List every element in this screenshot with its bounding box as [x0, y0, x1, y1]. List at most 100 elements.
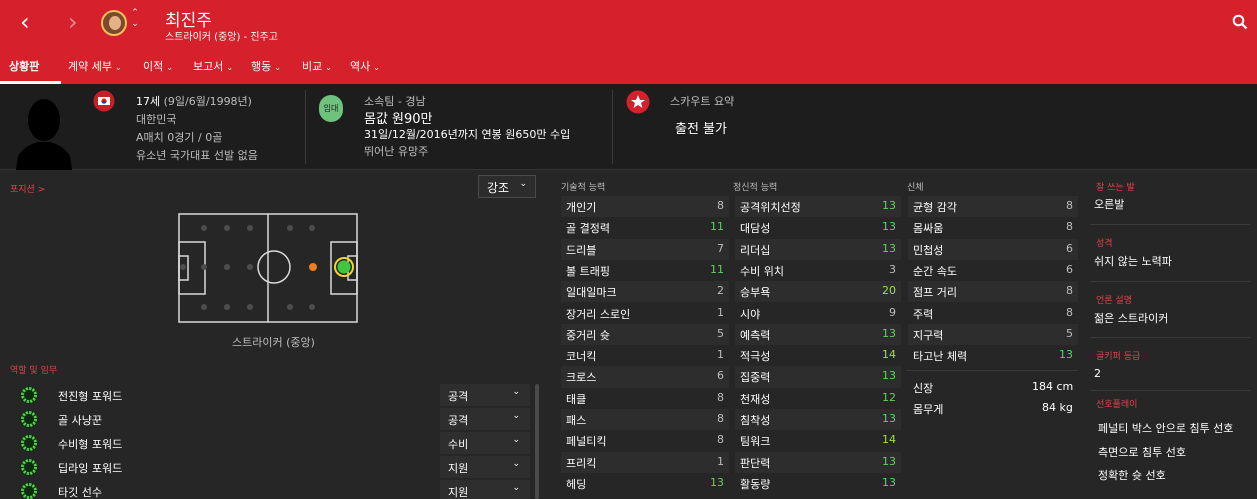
duty-select[interactable]: 공격 ⌄ [440, 384, 530, 406]
attribute-row[interactable]: 예측력 13 [735, 323, 901, 346]
physical-heading: 신체 [907, 183, 924, 193]
attribute-row[interactable]: 코너킥 1 [561, 345, 729, 366]
attribute-value: 13 [1059, 348, 1073, 362]
attribute-value: 3 [889, 262, 896, 276]
attribute-row[interactable]: 볼 트래핑 11 [561, 260, 729, 281]
technical-heading: 기술적 능력 [561, 183, 606, 193]
attribute-row[interactable]: 대담성 13 [735, 217, 901, 238]
tab-overview[interactable]: 상황판 [9, 58, 39, 74]
height-value: 184 cm [1032, 380, 1074, 393]
attribute-row[interactable]: 집중력 13 [735, 366, 901, 388]
player-silhouette [16, 99, 72, 170]
roles-scrollbar[interactable] [535, 384, 539, 499]
attribute-row[interactable]: 헤딩 13 [561, 473, 729, 494]
attribute-row[interactable]: 패스 8 [561, 409, 729, 431]
attribute-row[interactable]: 지구력 5 [908, 323, 1078, 346]
attribute-row[interactable]: 중거리 슛 5 [561, 323, 729, 346]
attribute-row[interactable]: 일대일마크 2 [561, 281, 729, 303]
tab-transfer[interactable]: 이적 ⌄ [143, 58, 173, 74]
duty-select[interactable]: 지원 ⌄ [440, 480, 530, 499]
attribute-row[interactable]: 점프 거리 8 [908, 281, 1078, 303]
attribute-name: 공격위치선정 [740, 201, 801, 214]
position-heading[interactable]: 포지션 > [10, 182, 45, 195]
attribute-name: 몸싸움 [913, 222, 944, 236]
role-row[interactable]: 타깃 선수 지원 ⌄ [10, 480, 530, 499]
attribute-row[interactable]: 시야 9 [735, 303, 901, 324]
gk-value: 2 [1094, 367, 1101, 380]
attribute-value: 13 [710, 475, 724, 489]
club-label: 소속팀 - 경남 [364, 95, 426, 108]
attribute-name: 개인기 [566, 201, 597, 214]
attribute-row[interactable]: 장거리 스로인 1 [561, 303, 729, 324]
attribute-name: 승부욕 [740, 286, 771, 300]
role-rating-icon [20, 482, 38, 499]
attribute-row[interactable]: 순간 속도 6 [908, 260, 1078, 281]
attribute-row[interactable]: 크로스 6 [561, 366, 729, 388]
attribute-name: 예측력 [740, 328, 771, 342]
attribute-row[interactable]: 균형 감각 8 [908, 196, 1078, 218]
role-row[interactable]: 골 사냥꾼 공격 ⌄ [10, 408, 530, 431]
attribute-value: 6 [1066, 241, 1073, 255]
role-row[interactable]: 전진형 포워드 공격 ⌄ [10, 384, 530, 407]
attribute-value: 13 [882, 475, 896, 489]
search-icon[interactable] [1232, 14, 1248, 30]
attribute-name: 주력 [913, 307, 934, 321]
player-switch-icon[interactable]: ⌃ ⌄ [130, 8, 140, 30]
duty-select[interactable]: 지원 ⌄ [440, 456, 530, 478]
attribute-value: 20 [882, 284, 896, 298]
attribute-row[interactable]: 페널티킥 8 [561, 430, 729, 451]
attribute-value: 11 [710, 262, 724, 276]
attribute-value: 11 [710, 220, 724, 234]
gk-heading: 골키퍼 등급 [1096, 352, 1141, 362]
attribute-row[interactable]: 공격위치선정 13 [735, 196, 901, 218]
attribute-name: 활동량 [740, 477, 771, 491]
attribute-name: 지구력 [913, 328, 944, 342]
attribute-row[interactable]: 타고난 체력 13 [908, 345, 1078, 366]
attribute-row[interactable]: 수비 위치 3 [735, 260, 901, 281]
mental-heading: 정신적 능력 [733, 183, 778, 193]
attribute-name: 시야 [740, 307, 761, 321]
foot-heading: 잘 쓰는 발 [1096, 183, 1135, 193]
attribute-row[interactable]: 몸싸움 8 [908, 217, 1078, 238]
tab-compare[interactable]: 비교 ⌄ [302, 58, 332, 74]
tab-reports[interactable]: 보고서 ⌄ [193, 58, 233, 74]
attribute-value: 13 [882, 412, 896, 425]
player-avatar[interactable] [101, 10, 127, 36]
scout-title: 스카우트 요약 [670, 95, 735, 108]
attribute-row[interactable]: 태클 8 [561, 388, 729, 409]
highlight-dropdown[interactable]: 강조 ⌄ [478, 175, 536, 198]
attribute-row[interactable]: 판단력 13 [735, 451, 901, 473]
forward-button[interactable]: › [68, 10, 78, 34]
tab-actions[interactable]: 행동 ⌄ [251, 58, 281, 74]
back-button[interactable]: ‹ [20, 10, 30, 34]
attribute-row[interactable]: 활동량 13 [735, 473, 901, 494]
role-row[interactable]: 딥라잉 포워드 지원 ⌄ [10, 456, 530, 479]
attribute-name: 헤딩 [566, 477, 587, 491]
duty-select[interactable]: 수비 ⌄ [440, 432, 530, 454]
attribute-name: 드리블 [566, 243, 597, 257]
personality-value: 쉬지 않는 노력파 [1094, 255, 1172, 268]
attribute-row[interactable]: 민첩성 6 [908, 238, 1078, 260]
attribute-row[interactable]: 침착성 13 [735, 409, 901, 431]
style-item: 측면으로 침투 선호 [1098, 446, 1186, 459]
attribute-row[interactable]: 개인기 8 [561, 196, 729, 218]
attribute-row[interactable]: 프리킥 1 [561, 451, 729, 473]
duty-select[interactable]: 공격 ⌄ [440, 408, 530, 430]
attribute-row[interactable]: 리더십 13 [735, 238, 901, 260]
attribute-row[interactable]: 적극성 14 [735, 345, 901, 366]
attribute-row[interactable]: 팀워크 14 [735, 430, 901, 451]
attribute-name: 크로스 [566, 371, 597, 385]
weight-label: 몸무게 [913, 403, 944, 416]
attribute-row[interactable]: 드리블 7 [561, 238, 729, 260]
attribute-value: 13 [882, 326, 896, 340]
tab-contract[interactable]: 계약 세부 ⌄ [68, 58, 122, 74]
attribute-row[interactable]: 골 결정력 11 [561, 217, 729, 238]
attribute-name: 볼 트래핑 [566, 264, 610, 278]
attribute-row[interactable]: 승부욕 20 [735, 281, 901, 303]
role-row[interactable]: 수비형 포워드 수비 ⌄ [10, 432, 530, 455]
attribute-row[interactable]: 주력 8 [908, 303, 1078, 324]
weight-value: 84 kg [1042, 401, 1073, 414]
attribute-row[interactable]: 천재성 12 [735, 388, 901, 409]
tab-history[interactable]: 역사 ⌄ [350, 58, 380, 74]
attribute-name: 프리킥 [566, 456, 597, 470]
